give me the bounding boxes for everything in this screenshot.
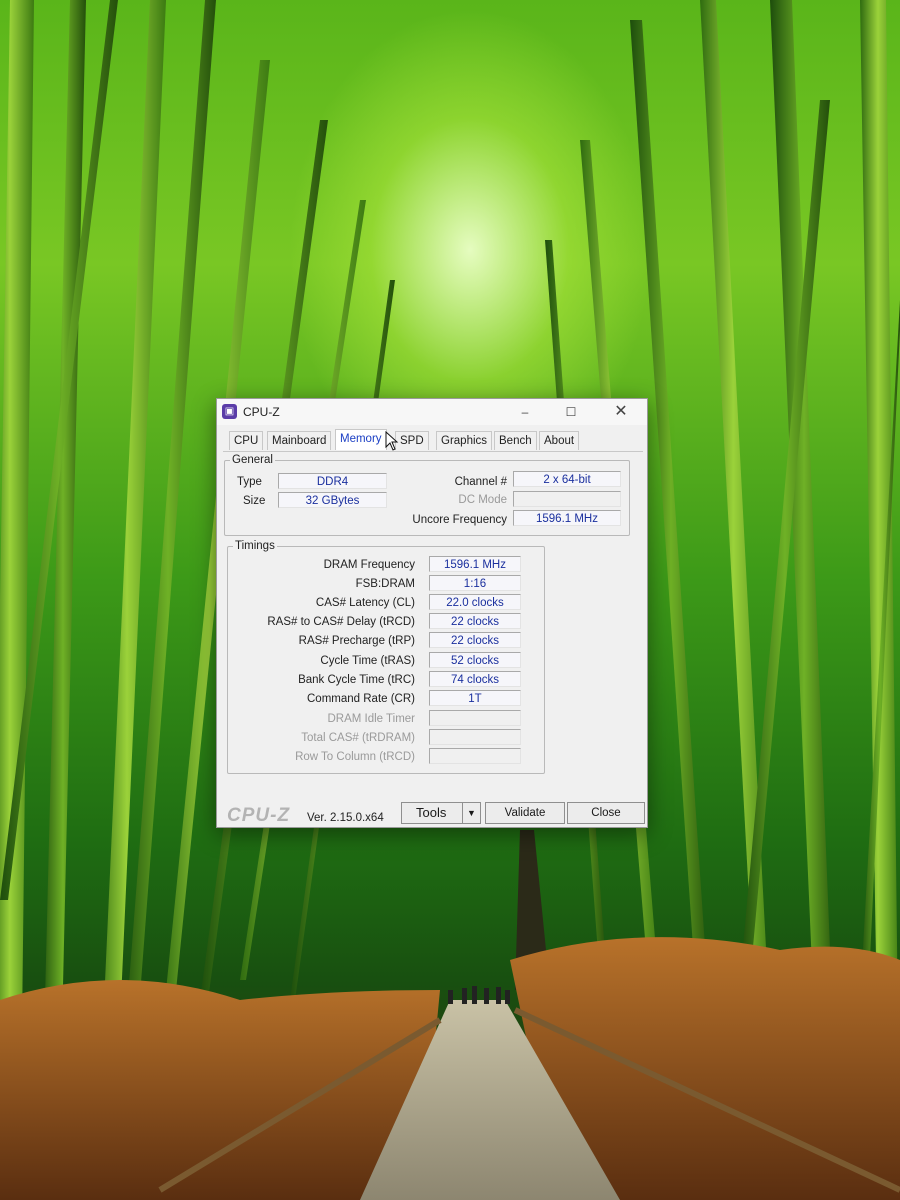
tab-bar: CPU Mainboard Memory SPD Graphics Bench … bbox=[223, 429, 643, 452]
dropdown-arrow-icon[interactable]: ▼ bbox=[462, 803, 480, 823]
bank-cycle-time-value: 74 clocks bbox=[429, 671, 521, 687]
general-legend: General bbox=[232, 454, 273, 466]
tab-bench[interactable]: Bench bbox=[494, 431, 537, 450]
uncore-frequency-label: Uncore Frequency bbox=[412, 514, 507, 526]
type-value: DDR4 bbox=[278, 473, 387, 489]
mouse-cursor-icon bbox=[385, 431, 399, 451]
cas-latency-label: CAS# Latency (CL) bbox=[315, 597, 415, 609]
dram-idle-timer-value bbox=[429, 710, 521, 726]
fsb-dram-label: FSB:DRAM bbox=[355, 578, 415, 590]
tab-spd[interactable]: SPD bbox=[395, 431, 429, 450]
close-window-icon[interactable]: ✕ bbox=[601, 399, 641, 425]
cpuz-window: ▣ CPU-Z – ☐ ✕ CPU Mainboard Memory SPD G… bbox=[216, 398, 648, 828]
ras-precharge-value: 22 clocks bbox=[429, 632, 521, 648]
size-value: 32 GBytes bbox=[278, 492, 387, 508]
title-bar[interactable]: ▣ CPU-Z – ☐ ✕ bbox=[217, 399, 647, 425]
close-button[interactable]: Close bbox=[567, 802, 645, 824]
cpuz-app-icon: ▣ bbox=[222, 404, 237, 419]
bank-cycle-time-label: Bank Cycle Time (tRC) bbox=[298, 674, 415, 686]
channel-value: 2 x 64-bit bbox=[513, 471, 621, 487]
dram-frequency-value: 1596.1 MHz bbox=[429, 556, 521, 572]
ras-precharge-label: RAS# Precharge (tRP) bbox=[298, 635, 415, 647]
dram-idle-timer-label: DRAM Idle Timer bbox=[327, 713, 415, 725]
version-label: Ver. 2.15.0.x64 bbox=[307, 812, 384, 824]
cycle-time-label: Cycle Time (tRAS) bbox=[320, 655, 415, 667]
minimize-icon[interactable]: – bbox=[505, 399, 545, 425]
cycle-time-value: 52 clocks bbox=[429, 652, 521, 668]
tools-label: Tools bbox=[416, 805, 447, 820]
command-rate-value: 1T bbox=[429, 690, 521, 706]
command-rate-label: Command Rate (CR) bbox=[307, 693, 415, 705]
row-to-column-value bbox=[429, 748, 521, 764]
uncore-frequency-value: 1596.1 MHz bbox=[513, 510, 621, 526]
tab-graphics[interactable]: Graphics bbox=[436, 431, 493, 450]
cas-latency-value: 22.0 clocks bbox=[429, 594, 521, 610]
tab-about[interactable]: About bbox=[539, 431, 580, 450]
tab-cpu[interactable]: CPU bbox=[229, 431, 264, 450]
window-title: CPU-Z bbox=[243, 405, 280, 419]
tab-mainboard[interactable]: Mainboard bbox=[267, 431, 332, 450]
ras-to-cas-value: 22 clocks bbox=[429, 613, 521, 629]
validate-button[interactable]: Validate bbox=[485, 802, 565, 824]
ras-to-cas-label: RAS# to CAS# Delay (tRCD) bbox=[267, 616, 415, 628]
fsb-dram-value: 1:16 bbox=[429, 575, 521, 591]
total-cas-label: Total CAS# (tRDRAM) bbox=[301, 732, 415, 744]
total-cas-value bbox=[429, 729, 521, 745]
maximize-icon[interactable]: ☐ bbox=[551, 399, 591, 425]
tools-button[interactable]: Tools ▼ bbox=[401, 802, 481, 824]
row-to-column-label: Row To Column (tRCD) bbox=[295, 751, 415, 763]
footer-bar: CPU-Z Ver. 2.15.0.x64 Tools ▼ Validate C… bbox=[217, 799, 647, 827]
dc-mode-value bbox=[513, 491, 621, 507]
channel-label: Channel # bbox=[454, 476, 507, 488]
timings-legend: Timings bbox=[235, 540, 275, 552]
tab-memory[interactable]: Memory bbox=[335, 429, 387, 450]
dc-mode-label: DC Mode bbox=[458, 494, 507, 506]
type-label: Type bbox=[237, 476, 262, 488]
dram-frequency-label: DRAM Frequency bbox=[323, 559, 415, 571]
size-label: Size bbox=[243, 495, 266, 507]
cpuz-brand-logo: CPU-Z bbox=[227, 805, 291, 826]
